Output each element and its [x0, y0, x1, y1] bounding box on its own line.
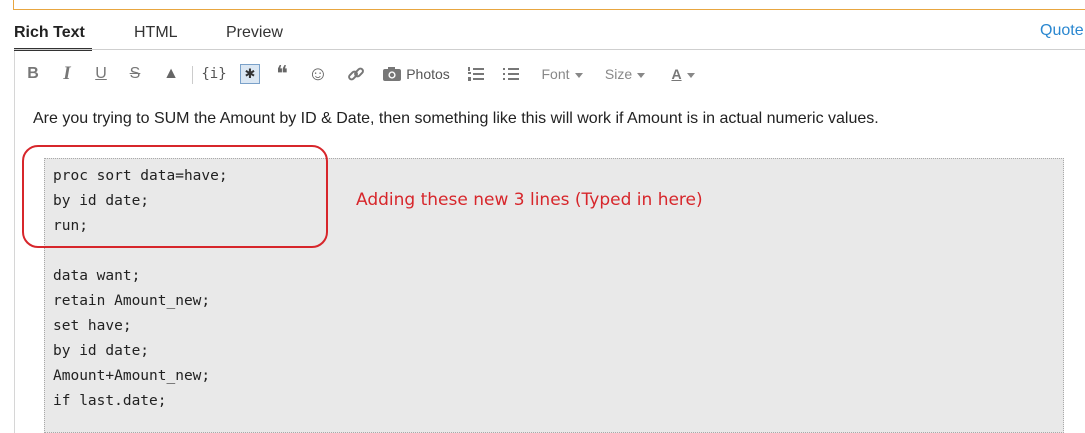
code-line: if last.date;	[53, 393, 167, 409]
tab-preview[interactable]: Preview	[226, 24, 283, 42]
photos-button[interactable]: Photos	[405, 60, 451, 88]
strikethrough-button[interactable]: S	[126, 60, 144, 88]
tab-rich-text[interactable]: Rich Text	[14, 24, 85, 42]
chevron-down-icon	[574, 73, 583, 78]
code-button[interactable]: {i}	[200, 60, 228, 88]
bullet-list-icon[interactable]	[501, 60, 521, 88]
bold-button[interactable]: B	[24, 60, 42, 88]
annotation-highlight-box	[22, 145, 328, 248]
font-dropdown[interactable]: Font	[537, 60, 587, 88]
tab-html[interactable]: HTML	[134, 24, 178, 42]
emoji-icon[interactable]: ☺	[306, 60, 330, 88]
size-dropdown[interactable]: Size	[600, 60, 650, 88]
annotation-text: Adding these new 3 lines (Typed in here)	[356, 190, 703, 210]
code-line: data want;	[53, 268, 141, 284]
editor-top-border	[14, 49, 1085, 50]
message-intro-text[interactable]: Are you trying to SUM the Amount by ID &…	[33, 110, 879, 128]
quote-link[interactable]: Quote	[1040, 22, 1084, 40]
camera-icon[interactable]	[381, 60, 403, 88]
chevron-down-icon	[686, 73, 695, 78]
code-line: set have;	[53, 318, 132, 334]
editor-toolbar: B I U S ▲ {i} ✱ ❝ ☺ Photos Font Size A	[14, 60, 1085, 90]
spoiler-icon[interactable]: ✱	[240, 64, 260, 84]
text-color-dropdown[interactable]: A	[664, 60, 702, 88]
code-line: Amount+Amount_new;	[53, 368, 211, 384]
chevron-down-icon	[637, 73, 646, 78]
underline-button[interactable]: U	[92, 60, 110, 88]
quote-icon[interactable]: ❝	[270, 60, 294, 88]
link-icon-svg	[348, 67, 364, 81]
font-dropdown-label: Font	[541, 66, 570, 82]
size-dropdown-label: Size	[604, 66, 633, 82]
italic-button[interactable]: I	[58, 60, 76, 88]
code-line: by id date;	[53, 343, 150, 359]
autosave-strip	[13, 0, 1085, 10]
warning-icon[interactable]: ▲	[160, 60, 182, 88]
numbered-list-icon[interactable]	[466, 60, 486, 88]
toolbar-divider	[192, 66, 193, 84]
text-color-icon: A	[671, 66, 682, 82]
editor-tabs: Rich Text HTML Preview Quote	[0, 22, 1085, 51]
code-line: retain Amount_new;	[53, 293, 211, 309]
link-icon[interactable]	[344, 60, 368, 88]
